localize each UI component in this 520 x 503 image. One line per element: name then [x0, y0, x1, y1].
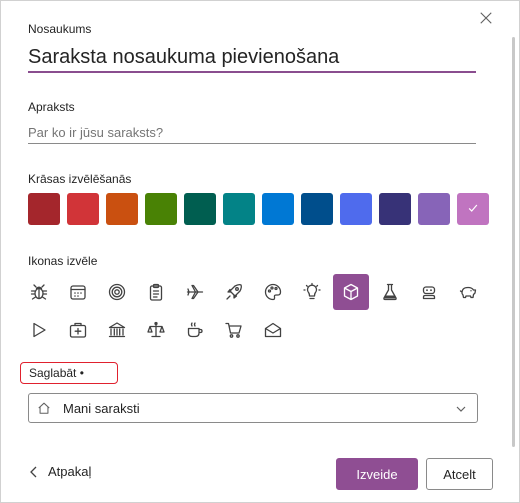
- target-icon[interactable]: [99, 274, 135, 310]
- bank-icon[interactable]: [99, 312, 135, 348]
- create-button[interactable]: Izveide: [336, 458, 418, 490]
- save-location-value: Mani saraksti: [63, 400, 140, 416]
- save-location-label: Saglabāt •: [20, 362, 118, 384]
- color-swatch[interactable]: [301, 193, 333, 225]
- play-icon[interactable]: [21, 312, 57, 348]
- calendar-icon[interactable]: [60, 274, 96, 310]
- chevron-left-icon: [30, 466, 37, 477]
- color-picker-label: Krāsas izvēlēšanās: [28, 172, 132, 186]
- scrollbar-thumb[interactable]: [512, 37, 515, 447]
- color-swatch[interactable]: [106, 193, 138, 225]
- close-icon[interactable]: [475, 7, 497, 29]
- color-swatch[interactable]: [28, 193, 60, 225]
- home-icon: [37, 401, 51, 415]
- mail-open-icon[interactable]: [255, 312, 291, 348]
- robot-icon[interactable]: [411, 274, 447, 310]
- icon-picker-label: Ikonas izvēle: [28, 254, 98, 268]
- color-swatch[interactable]: [379, 193, 411, 225]
- title-label: Nosaukums: [28, 22, 92, 36]
- back-label: Atpakaļ: [48, 464, 92, 479]
- clipboard-icon[interactable]: [138, 274, 174, 310]
- piggy-bank-icon[interactable]: [450, 274, 486, 310]
- color-swatch[interactable]: [457, 193, 489, 225]
- title-input[interactable]: [28, 43, 476, 73]
- check-icon: [467, 202, 479, 217]
- rocket-icon[interactable]: [216, 274, 252, 310]
- save-location-select[interactable]: Mani saraksti: [28, 393, 478, 423]
- color-swatch[interactable]: [262, 193, 294, 225]
- palette-icon[interactable]: [255, 274, 291, 310]
- lightbulb-icon[interactable]: [294, 274, 330, 310]
- chevron-down-icon: [455, 402, 467, 414]
- cube-icon[interactable]: [333, 274, 369, 310]
- scale-icon[interactable]: [138, 312, 174, 348]
- color-swatch[interactable]: [340, 193, 372, 225]
- cart-icon[interactable]: [216, 312, 252, 348]
- icon-picker: [21, 274, 501, 348]
- color-swatch[interactable]: [223, 193, 255, 225]
- description-input[interactable]: [28, 122, 476, 144]
- description-label: Apraksts: [28, 100, 75, 114]
- cancel-button[interactable]: Atcelt: [426, 458, 493, 490]
- create-list-dialog: Nosaukums Apraksts Krāsas izvēlēšanās Ik…: [0, 0, 520, 503]
- coffee-icon[interactable]: [177, 312, 213, 348]
- beaker-icon[interactable]: [372, 274, 408, 310]
- airplane-icon[interactable]: [177, 274, 213, 310]
- back-button[interactable]: Atpakaļ: [29, 464, 91, 479]
- color-swatch[interactable]: [67, 193, 99, 225]
- first-aid-icon[interactable]: [60, 312, 96, 348]
- color-swatch[interactable]: [184, 193, 216, 225]
- bug-icon[interactable]: [21, 274, 57, 310]
- color-swatches: [28, 193, 489, 225]
- color-swatch[interactable]: [145, 193, 177, 225]
- color-swatch[interactable]: [418, 193, 450, 225]
